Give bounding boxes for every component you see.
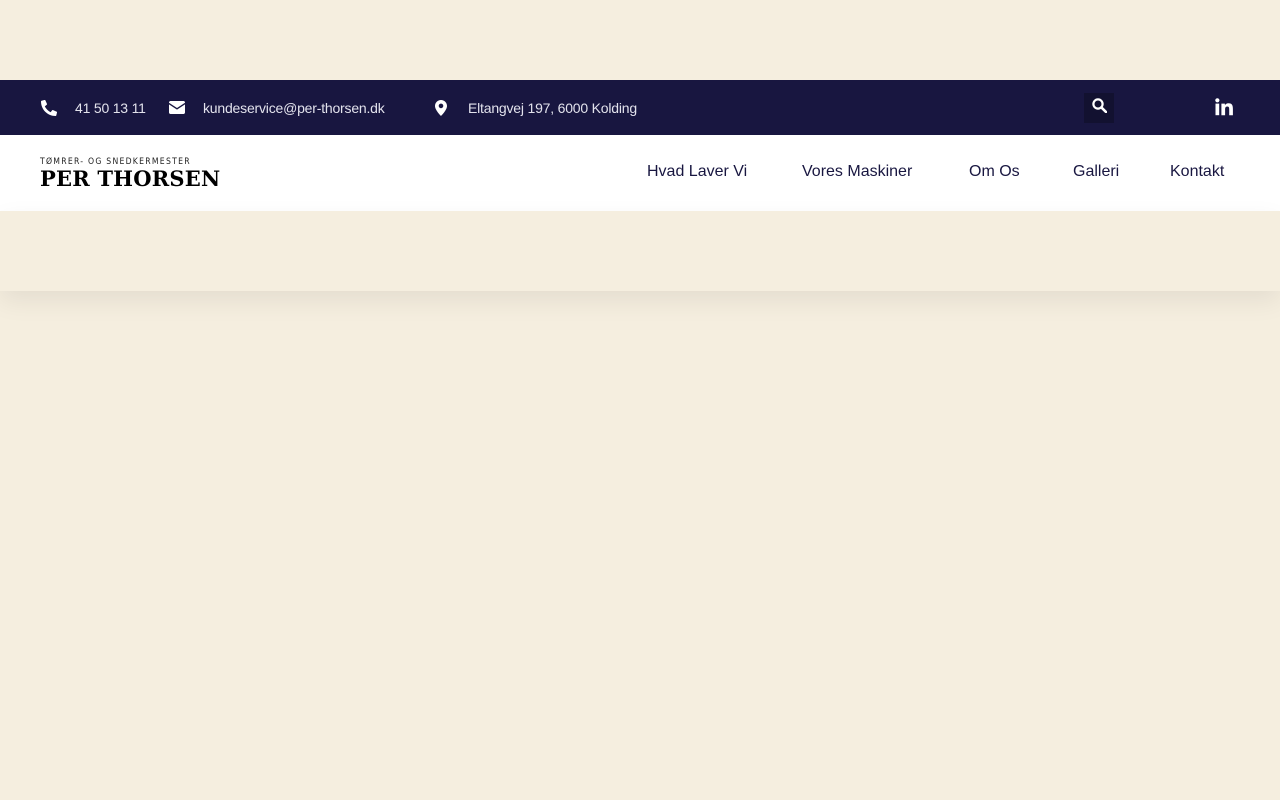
nav-item-vores-maskiner[interactable]: Vores Maskiner: [802, 163, 912, 181]
phone-icon: [40, 99, 58, 117]
nav-item-galleri[interactable]: Galleri: [1073, 163, 1119, 181]
phone-number: 41 50 13 11: [75, 99, 146, 116]
linkedin-icon: [1215, 98, 1233, 120]
nav-item-kontakt[interactable]: Kontakt: [1170, 163, 1224, 181]
top-spacer: [0, 0, 1280, 80]
contact-topbar: 41 50 13 11 kundeservice@per-thorsen.dk …: [0, 80, 1280, 135]
linkedin-link[interactable]: [1215, 98, 1233, 116]
nav-item-hvad-laver-vi[interactable]: Hvad Laver Vi: [647, 163, 747, 181]
phone-contact[interactable]: 41 50 13 11: [40, 80, 146, 135]
hero-section: [0, 211, 1280, 291]
nav-item-om-os[interactable]: Om Os: [969, 163, 1020, 181]
address-contact[interactable]: Eltangvej 197, 6000 Kolding: [432, 80, 637, 135]
company-logo[interactable]: TØMRER- OG SNEDKERMESTER PER THORSEN: [40, 158, 221, 191]
street-address: Eltangvej 197, 6000 Kolding: [468, 99, 637, 116]
map-marker-icon: [432, 99, 450, 117]
logo-name: PER THORSEN: [40, 166, 221, 191]
email-address: kundeservice@per-thorsen.dk: [203, 99, 385, 116]
search-icon: [1091, 98, 1107, 118]
main-content: [0, 291, 1280, 800]
site-header: TØMRER- OG SNEDKERMESTER PER THORSEN Hva…: [0, 135, 1280, 211]
envelope-icon: [168, 99, 186, 117]
email-contact[interactable]: kundeservice@per-thorsen.dk: [168, 80, 385, 135]
search-button[interactable]: [1084, 93, 1114, 123]
